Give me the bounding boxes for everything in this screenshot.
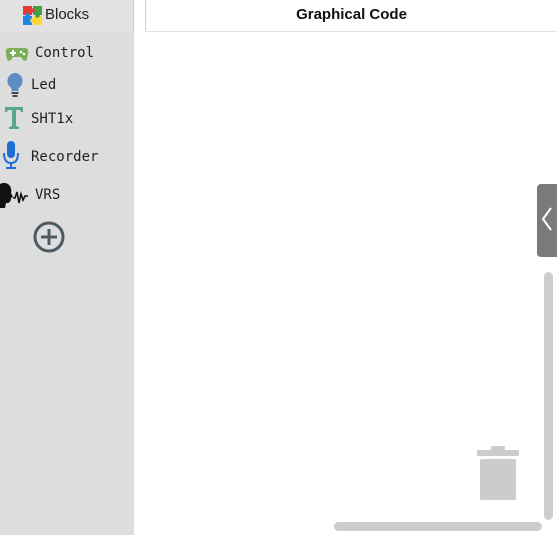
toolbox-category-label: VRS [35, 187, 61, 203]
toolbox-category-label: Control [35, 45, 95, 61]
chevron-left-icon [541, 207, 552, 231]
trash-icon [477, 446, 519, 500]
tab-graphical-code[interactable]: Graphical Code [145, 0, 557, 32]
toolbox-category-recorder[interactable]: Recorder [0, 139, 134, 171]
add-extension-button[interactable] [33, 221, 65, 253]
voice-head-icon [0, 182, 28, 208]
puzzle-icon [23, 6, 42, 25]
toolbox-category-sht1x[interactable]: SHT1x [0, 103, 134, 135]
toolbox-category-vrs[interactable]: VRS [0, 178, 134, 210]
tab-blocks-label: Blocks [45, 6, 90, 23]
trash-can[interactable] [476, 445, 520, 501]
horizontal-scrollbar[interactable] [334, 522, 542, 531]
microphone-icon [3, 141, 19, 169]
tab-blocks[interactable]: Blocks [0, 0, 134, 32]
toolbox-category-label: Led [31, 77, 57, 93]
lightbulb-icon [7, 73, 23, 97]
tab-spacer [134, 0, 145, 32]
blockly-editor: Blocks Graphical Code Control Led SHT1x … [0, 0, 557, 535]
flyout-toggle-button[interactable] [537, 184, 557, 257]
gamepad-icon [5, 48, 29, 61]
toolbox-category-label: Recorder [31, 149, 99, 165]
tab-graphical-code-label: Graphical Code [296, 6, 407, 23]
vertical-scrollbar[interactable] [544, 272, 553, 520]
toolbox-category-control[interactable]: Control [0, 38, 134, 70]
toolbox-category-label: SHT1x [31, 111, 74, 127]
toolbox-sidebar: Control Led SHT1x Recorder VRS [0, 32, 134, 535]
toolbox-category-led[interactable]: Led [0, 70, 134, 102]
text-t-icon [5, 107, 23, 129]
plus-circle-icon [33, 221, 65, 253]
